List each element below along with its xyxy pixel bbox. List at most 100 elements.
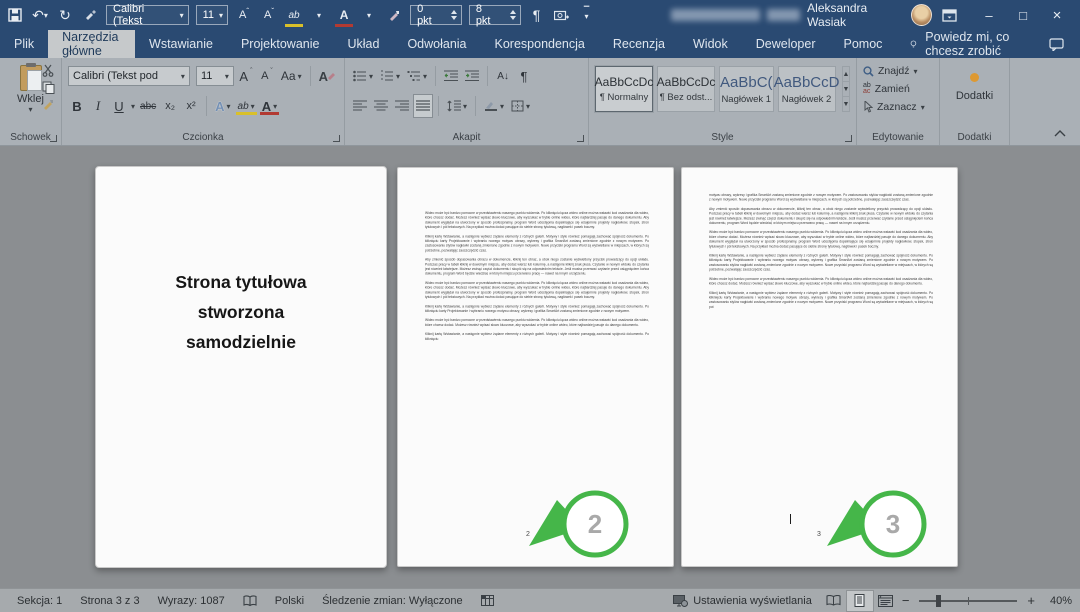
font-color-button[interactable]: A [335,4,353,26]
text-highlight-button[interactable]: ab [285,4,303,26]
addins-button[interactable]: Dodatki [946,67,1003,102]
redo-button[interactable]: ↻ [56,4,74,26]
show-formatting-marks-button[interactable]: ¶ [515,65,533,87]
tab-file[interactable]: Plik [0,30,48,58]
sort-button[interactable]: A↓ [494,65,512,87]
maximize-button[interactable]: □ [1006,4,1040,26]
close-button[interactable]: × [1040,4,1074,26]
spacing-after-stepper[interactable]: 8 pkt [469,5,521,25]
justify-button[interactable] [414,95,432,117]
bullets-button[interactable]: ▾ [351,65,375,87]
tab-mailings[interactable]: Korespondencja [481,30,599,58]
font-name-select[interactable]: Calibri (Tekst pod▾ [68,66,190,86]
undo-button[interactable]: ↶▾ [31,4,49,26]
dialog-launcher-icon[interactable] [845,135,852,142]
tab-view[interactable]: Widok [679,30,742,58]
format-painter-icon[interactable] [42,98,55,111]
tab-layout[interactable]: Układ [333,30,393,58]
qat-font-size-select[interactable]: 11▾ [196,5,228,25]
multilevel-list-button[interactable]: ▾ [405,65,429,87]
tab-home[interactable]: Narzędzia główne [48,30,135,58]
style-heading2[interactable]: AaBbCcD Nagłówek 2 [778,66,836,112]
text-highlight-dropdown[interactable]: ▾ [310,4,328,26]
comments-icon[interactable] [1033,30,1080,58]
styles-scroll-up-icon[interactable]: ▲ [843,67,850,82]
align-left-button[interactable] [351,95,369,117]
dialog-launcher-icon[interactable] [577,135,584,142]
display-settings-button[interactable]: Ustawienia wyświetlania [664,595,821,607]
strikethrough-button[interactable]: abc [138,95,158,117]
dialog-launcher-icon[interactable] [50,135,57,142]
bold-button[interactable]: B [68,95,86,117]
avatar[interactable] [911,4,932,26]
font-size-select[interactable]: 11▾ [196,66,234,86]
shading-button[interactable]: ▾ [482,95,506,117]
zoom-percentage[interactable]: 40% [1038,595,1072,607]
show-formatting-marks-button[interactable]: ¶ [528,4,546,26]
user-name[interactable]: Aleksandra Wasiak [807,1,903,29]
ribbon-display-options-icon[interactable] [940,4,958,26]
styles-scroll-down-icon[interactable]: ▼ [843,82,850,97]
italic-button[interactable]: I [89,95,107,117]
print-layout-button[interactable] [847,591,873,611]
font-color-dropdown[interactable]: ▾ [360,4,378,26]
align-right-button[interactable] [393,95,411,117]
line-spacing-button[interactable]: ▾ [445,95,469,117]
web-layout-button[interactable] [873,591,899,611]
qat-font-name-select[interactable]: Calibri (Tekst▾ [106,5,189,25]
styles-gallery-more-icon[interactable]: ▼ [843,97,850,111]
document-canvas[interactable]: Strona tytułowa stworzona samodzielnie W… [0,146,1080,588]
font-color-button[interactable]: A▾ [260,95,279,117]
status-section[interactable]: Sekcja: 1 [8,589,71,612]
decrease-indent-button[interactable] [442,65,460,87]
tab-design[interactable]: Projektowanie [227,30,334,58]
tell-me-box[interactable]: Powiedz mi, co chcesz zrobić [896,30,1033,58]
spacing-before-stepper[interactable]: 0 pkt [410,5,462,25]
tab-developer[interactable]: Deweloper [742,30,830,58]
zoom-in-button[interactable]: + [1024,593,1038,608]
status-track-changes[interactable]: Śledzenie zmian: Wyłączone [313,589,472,612]
zoom-slider[interactable] [919,600,1017,602]
collapse-ribbon-icon[interactable] [1054,130,1066,137]
shrink-font-button[interactable]: Aˇ [260,4,278,26]
grow-font-button[interactable]: Aˆ [235,4,253,26]
select-button[interactable]: Zaznacz▾ [863,98,933,116]
cut-icon[interactable] [42,64,55,77]
macro-record-icon[interactable] [472,589,503,612]
minimize-button[interactable]: – [972,4,1006,26]
format-painter-icon[interactable] [385,4,403,26]
screenshot-icon[interactable] [553,4,571,26]
superscript-button[interactable]: x² [182,95,200,117]
subscript-button[interactable]: x₂ [161,95,179,117]
customize-qat-dropdown[interactable]: ▔▾ [578,4,596,26]
underline-button[interactable]: U [110,95,128,117]
shrink-font-button[interactable]: Aˇ [258,65,276,87]
grow-font-button[interactable]: Aˆ [237,65,255,87]
increase-indent-button[interactable] [463,65,481,87]
dialog-launcher-icon[interactable] [333,135,340,142]
align-center-button[interactable] [372,95,390,117]
find-button[interactable]: Znajdź▾ [863,62,933,80]
tab-review[interactable]: Recenzja [599,30,679,58]
style-normal[interactable]: AaBbCcDc ¶ Normalny [595,66,653,112]
tab-insert[interactable]: Wstawianie [135,30,227,58]
underline-dropdown[interactable]: ▾ [131,102,135,111]
numbering-button[interactable]: ▾ [378,65,402,87]
zoom-slider-thumb[interactable] [936,595,941,607]
clear-formatting-button[interactable]: A [317,65,338,87]
tab-references[interactable]: Odwołania [393,30,480,58]
zoom-out-button[interactable]: − [899,593,913,608]
page-1[interactable]: Strona tytułowa stworzona samodzielnie [95,166,387,568]
style-no-spacing[interactable]: AaBbCcDc ¶ Bez odst... [657,66,715,112]
status-word-count[interactable]: Wyrazy: 1087 [149,589,234,612]
read-mode-button[interactable] [821,591,847,611]
change-case-button[interactable]: Aa▾ [279,65,304,87]
borders-button[interactable]: ▾ [509,95,532,117]
style-heading1[interactable]: AaBbC( Nagłówek 1 [719,66,774,112]
tab-help[interactable]: Pomoc [830,30,897,58]
status-page[interactable]: Strona 3 z 3 [71,589,148,612]
status-language[interactable]: Polski [266,589,313,612]
format-painter-icon[interactable] [81,4,99,26]
copy-icon[interactable] [42,81,55,94]
proofing-icon[interactable] [234,589,266,612]
